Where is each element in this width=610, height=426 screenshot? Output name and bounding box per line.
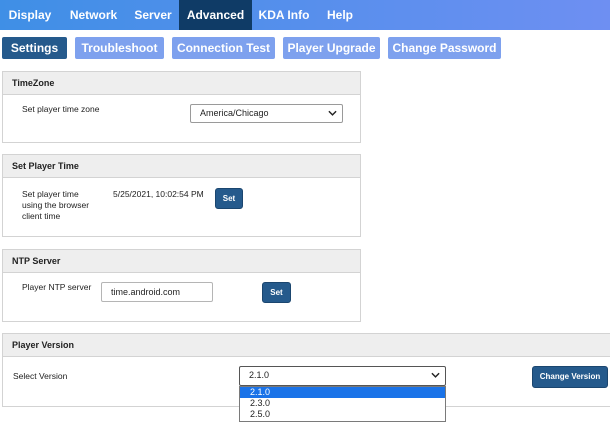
chevron-down-icon	[431, 372, 440, 378]
timezone-label: Set player time zone	[22, 104, 100, 114]
version-option[interactable]: 2.1.0	[240, 387, 445, 398]
player-version-panel-header: Player Version	[3, 334, 610, 357]
player-time-label-line: client time	[22, 211, 61, 221]
timezone-select[interactable]: America/Chicago	[190, 104, 343, 123]
version-select[interactable]: 2.1.0	[239, 366, 446, 386]
set-time-button[interactable]: Set	[215, 188, 243, 209]
timezone-panel-header: TimeZone	[3, 72, 360, 95]
nav-item-advanced[interactable]: Advanced	[179, 0, 252, 30]
tab-connection-test[interactable]: Connection Test	[172, 37, 275, 59]
tab-player-upgrade[interactable]: Player Upgrade	[283, 37, 380, 59]
nav-item-help[interactable]: Help	[316, 0, 364, 30]
version-dropdown-list: 2.1.0 2.3.0 2.5.0	[239, 386, 446, 422]
version-option[interactable]: 2.5.0	[240, 409, 445, 420]
top-nav: Display Network Server Advanced KDA Info…	[0, 0, 610, 30]
timezone-select-value: America/Chicago	[200, 108, 269, 118]
set-ntp-button[interactable]: Set	[262, 282, 291, 303]
ntp-server-input[interactable]: time.android.com	[101, 282, 213, 302]
nav-item-kda-info[interactable]: KDA Info	[252, 0, 316, 30]
chevron-down-icon	[328, 110, 337, 116]
change-version-button[interactable]: Change Version	[532, 366, 608, 388]
player-time-panel: Set Player Time Set player time using th…	[2, 154, 361, 237]
tab-troubleshoot[interactable]: Troubleshoot	[75, 37, 164, 59]
version-label: Select Version	[13, 371, 68, 381]
ntp-label: Player NTP server	[22, 282, 92, 292]
tab-settings[interactable]: Settings	[2, 37, 67, 59]
nav-item-server[interactable]: Server	[127, 0, 179, 30]
ntp-panel-header: NTP Server	[3, 250, 360, 273]
player-time-label-line: using the browser	[22, 200, 90, 210]
player-time-label-line: Set player time	[22, 189, 79, 199]
ntp-panel: NTP Server Player NTP server time.androi…	[2, 249, 361, 322]
player-time-panel-header: Set Player Time	[3, 155, 360, 178]
timezone-panel: TimeZone Set player time zone America/Ch…	[2, 71, 361, 143]
player-time-datetime: 5/25/2021, 10:02:54 PM	[113, 189, 204, 199]
nav-item-network[interactable]: Network	[60, 0, 127, 30]
tab-change-password[interactable]: Change Password	[388, 37, 501, 59]
version-option[interactable]: 2.3.0	[240, 398, 445, 409]
player-time-label: Set player time using the browser client…	[22, 189, 89, 222]
version-select-value: 2.1.0	[249, 370, 270, 380]
nav-item-display[interactable]: Display	[0, 0, 60, 30]
